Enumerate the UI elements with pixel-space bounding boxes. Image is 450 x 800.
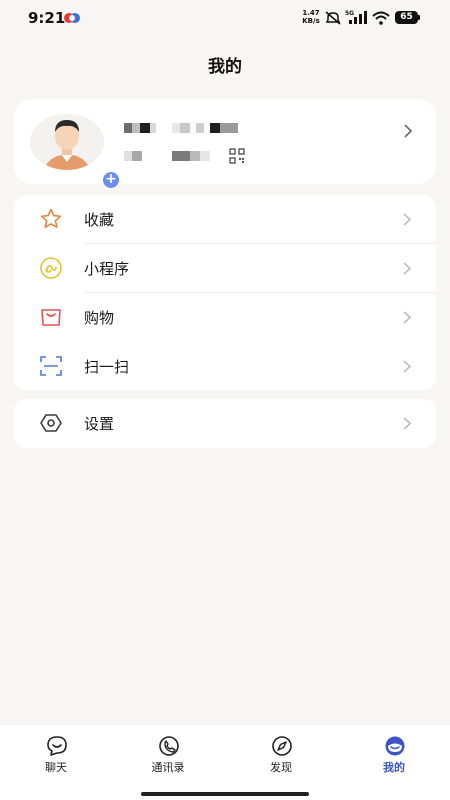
add-avatar-button[interactable]: + [101,170,121,190]
tab-chat[interactable]: 聊天 [0,725,112,785]
cellular-signal-icon: 5G [345,10,367,24]
chevron-right-icon [403,360,412,373]
status-bar: 9:21 1.47 KB/s 5G 65 [0,0,450,36]
mini-program-icon [40,257,62,279]
profile-icon [385,736,405,756]
page-title: 我的 [208,57,242,77]
scan-icon [40,356,62,376]
menu-label: 小程序 [84,260,130,278]
chevron-right-icon [403,213,412,226]
bottom-nav: 聊天 通讯录 发现 我的 [0,724,450,800]
star-icon [40,208,62,228]
tab-label: 通讯录 [151,761,185,774]
mute-icon [325,11,341,25]
tab-label: 聊天 [45,761,67,774]
menu-label: 设置 [84,415,115,433]
battery-indicator: 65 [395,11,421,24]
menu-item-scan[interactable]: 扫一扫 [14,342,436,390]
menu-item-shopping[interactable]: 购物 [14,293,436,342]
menu-label: 购物 [84,309,115,327]
tab-contacts[interactable]: 通讯录 [112,725,224,785]
chevron-right-icon[interactable] [402,123,414,139]
avatar-container[interactable]: + [30,114,121,190]
app-notification-icon [64,13,80,23]
menu-item-mini-programs[interactable]: 小程序 [14,244,436,293]
menu-label: 扫一扫 [84,358,130,376]
home-indicator[interactable] [141,792,309,796]
status-time: 9:21 [28,9,66,27]
menu-item-favorites[interactable]: 收藏 [14,195,436,244]
profile-card[interactable]: + [14,99,436,190]
tab-discover[interactable]: 发现 [225,725,337,785]
menu-card: 收藏 小程序 购物 扫一扫 [14,195,436,390]
settings-hexagon-icon [40,414,62,432]
compass-icon [272,736,292,756]
user-avatar-icon [30,114,104,170]
qr-code-icon[interactable] [229,148,245,164]
chat-icon [47,736,67,756]
plus-icon: + [105,171,117,187]
tab-me[interactable]: 我的 [338,725,450,785]
menu-label: 收藏 [84,211,115,229]
chevron-right-icon [403,262,412,275]
svg-text:5G: 5G [345,10,354,17]
avatar[interactable] [30,114,104,170]
network-speed: 1.47 KB/s [302,9,320,25]
shopping-bag-icon [41,309,61,326]
menu-item-settings[interactable]: 设置 [14,399,436,448]
tab-label: 发现 [270,761,292,774]
profile-screen: 9:21 1.47 KB/s 5G 65 我的 + 收藏 小程序 购物 扫一扫 … [0,0,450,800]
tab-label: 我的 [383,761,405,774]
contacts-icon [159,736,179,756]
chevron-right-icon [403,311,412,324]
wifi-icon [372,11,390,25]
chevron-right-icon [403,417,412,430]
